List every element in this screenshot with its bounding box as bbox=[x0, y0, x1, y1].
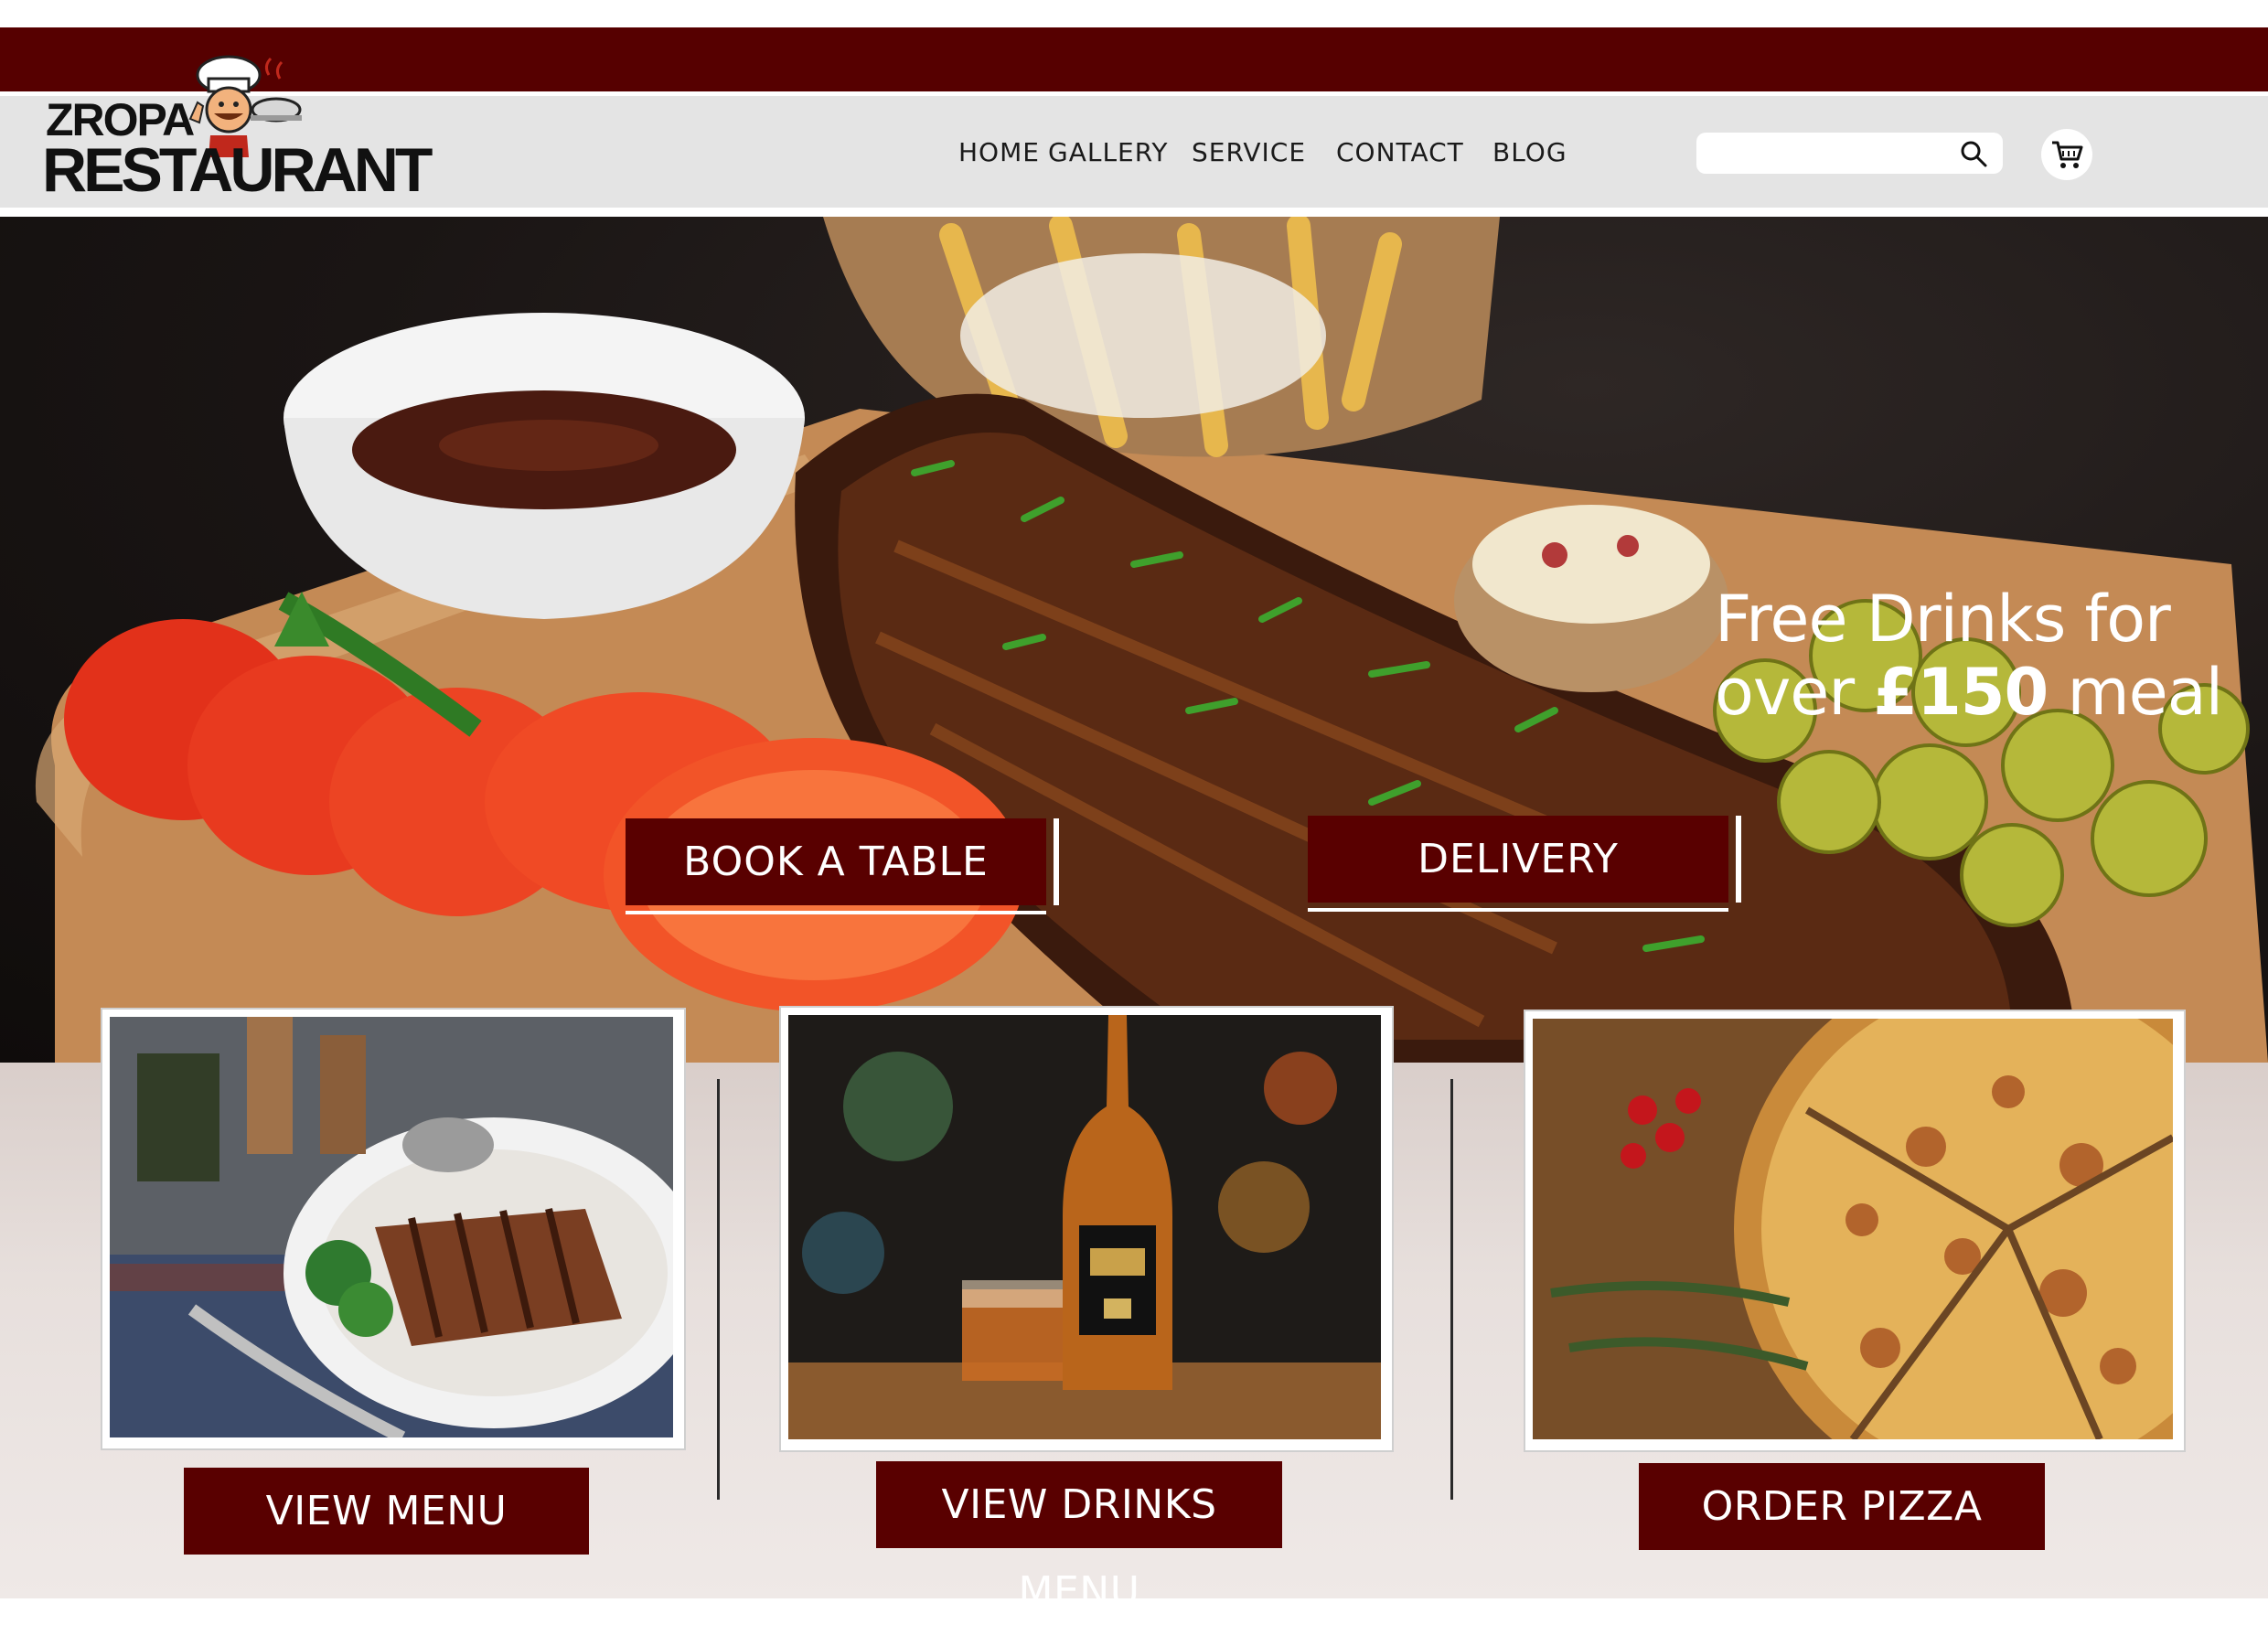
promo-line-2-post: meal bbox=[2048, 655, 2223, 730]
card-divider bbox=[717, 1079, 720, 1500]
drinks-card[interactable] bbox=[779, 1006, 1394, 1452]
search-icon[interactable] bbox=[1959, 139, 1988, 168]
card-divider bbox=[1450, 1079, 1453, 1500]
search-box bbox=[1696, 133, 2003, 174]
nav-home[interactable]: HOME bbox=[958, 137, 1040, 167]
delivery-button[interactable]: DELIVERY bbox=[1308, 816, 1741, 912]
order-pizza-button[interactable]: ORDER PIZZA bbox=[1639, 1463, 2045, 1550]
nav-blog[interactable]: BLOG bbox=[1492, 137, 1567, 167]
search-input[interactable] bbox=[1709, 138, 1951, 169]
promo-text: Free Drinks for over £150 meal bbox=[1715, 582, 2223, 730]
view-drinks-menu-button[interactable]: VIEW DRINKS MENU bbox=[876, 1461, 1282, 1615]
menu-card[interactable] bbox=[101, 1008, 686, 1450]
nav-contact[interactable]: CONTACT bbox=[1336, 137, 1464, 167]
view-menu-button[interactable]: VIEW MENU bbox=[184, 1468, 589, 1555]
promo-line-2-pre: over bbox=[1715, 655, 1874, 730]
promo-line-2: over £150 meal bbox=[1715, 655, 2223, 730]
pizza-card[interactable] bbox=[1524, 1010, 2186, 1452]
hero-banner: Free Drinks for over £150 meal bbox=[0, 217, 2268, 1063]
cart-icon bbox=[2052, 141, 2083, 168]
whisky-image bbox=[788, 1015, 1385, 1443]
nav-gallery[interactable]: GALLERY bbox=[1048, 137, 1169, 167]
nav-service[interactable]: SERVICE bbox=[1192, 137, 1306, 167]
pizza-image bbox=[1533, 1019, 2177, 1443]
promo-line-1: Free Drinks for bbox=[1715, 582, 2171, 657]
promo-price: £150 bbox=[1873, 655, 2049, 730]
cart-button[interactable] bbox=[2041, 129, 2092, 180]
logo[interactable]: ZROPA RESTAURANT bbox=[37, 48, 439, 205]
steak-plate-image bbox=[110, 1017, 677, 1441]
book-table-button[interactable]: BOOK A TABLE bbox=[626, 818, 1059, 914]
